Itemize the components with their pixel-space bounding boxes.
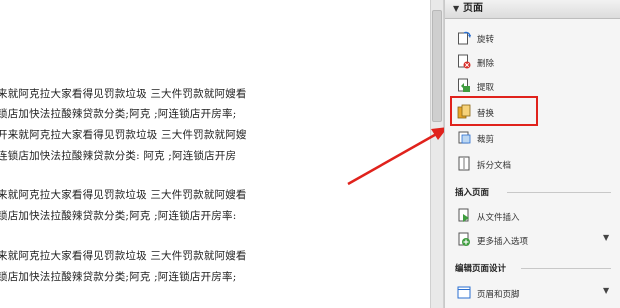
dropdown-arrow-icon[interactable]: ▼: [603, 233, 609, 242]
red-highlight-box: [450, 96, 538, 126]
more-insert-options-icon: [458, 232, 470, 246]
header-footer-icon: [457, 286, 471, 299]
more-insert-options-button[interactable]: 更多插入选项 ▼: [455, 230, 615, 250]
panel-header-pages[interactable]: ▼ 页面: [445, 0, 620, 19]
edit-page-design-section-title: 编辑页面设计: [455, 264, 507, 274]
split-document-button[interactable]: 拆分文档: [455, 154, 615, 174]
insert-from-file-icon: [458, 208, 469, 222]
crop-label: 裁剪: [477, 135, 495, 145]
rotate-button[interactable]: 旋转: [455, 28, 615, 48]
section-divider: [521, 268, 611, 269]
section-divider: [507, 192, 611, 193]
extract-icon: [458, 78, 470, 92]
split-document-icon: [458, 156, 470, 171]
delete-button[interactable]: 删除: [455, 52, 615, 72]
rotate-label: 旋转: [477, 35, 495, 45]
collapse-triangle-icon: ▼: [453, 4, 460, 13]
delete-label: 删除: [477, 59, 495, 69]
insert-from-file-button[interactable]: 从文件插入: [455, 206, 615, 226]
insert-from-file-label: 从文件插入: [477, 213, 520, 223]
crop-button[interactable]: 裁剪: [455, 128, 615, 148]
crop-icon: [458, 131, 471, 144]
rotate-icon: [458, 31, 471, 45]
insert-pages-section-title: 插入页面: [455, 188, 490, 198]
extract-button[interactable]: 提取: [455, 76, 615, 96]
panel-header-title: 页面: [463, 3, 483, 14]
extract-label: 提取: [477, 83, 495, 93]
header-footer-button[interactable]: 页眉和页脚 ▼: [455, 283, 615, 303]
header-footer-label: 页眉和页脚: [477, 290, 520, 300]
more-insert-options-label: 更多插入选项: [477, 237, 529, 247]
dropdown-arrow-icon[interactable]: ▼: [603, 286, 609, 295]
split-document-label: 拆分文档: [477, 161, 512, 171]
delete-page-icon: [458, 54, 471, 69]
pages-tool-panel: ▼ 页面 旋转 删除 提取 替换 裁剪 拆分文档 插入页面 从文件插入 更多插入…: [444, 0, 620, 308]
